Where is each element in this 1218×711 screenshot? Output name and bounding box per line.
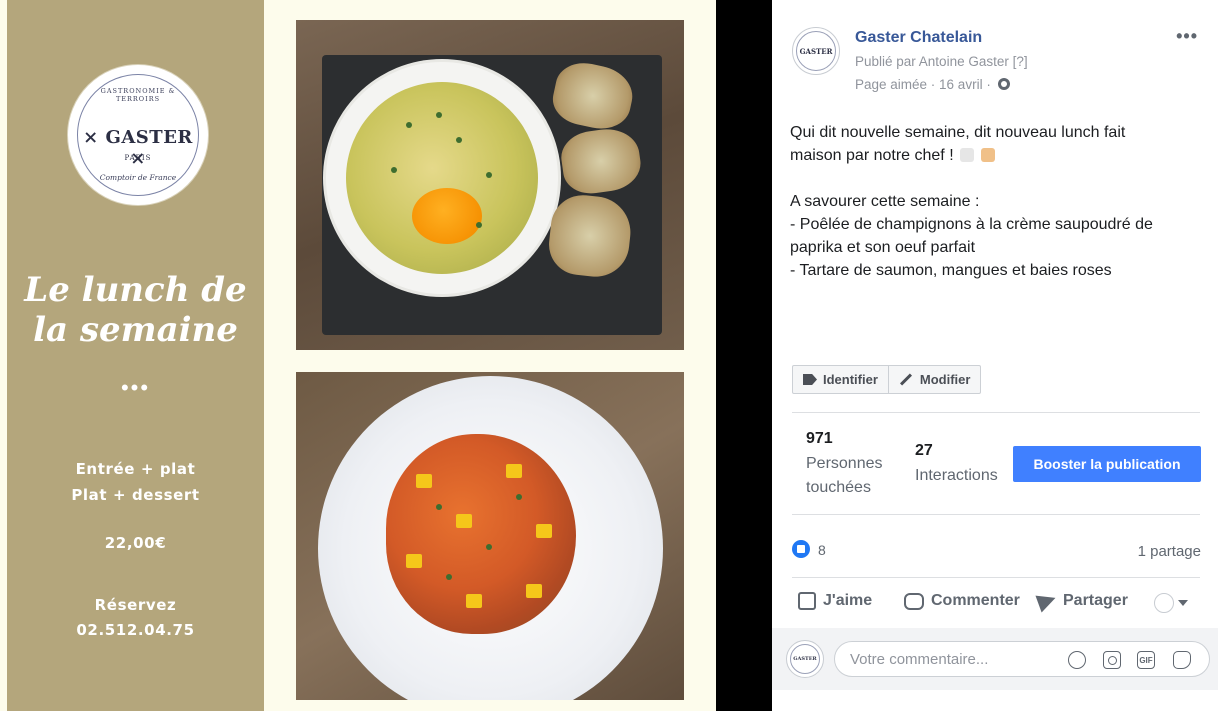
separator bbox=[792, 514, 1200, 515]
reach-label-2: touchées bbox=[806, 479, 871, 496]
flyer-title: Le lunch de la semaine bbox=[24, 270, 247, 350]
sticker-icon[interactable] bbox=[1173, 651, 1191, 669]
thumbs-up-icon bbox=[798, 592, 816, 610]
logo-arc-top-text: GASTRONOMIE & TERROIRS bbox=[100, 87, 176, 103]
reach-label-1: Personnes bbox=[806, 455, 883, 472]
gif-icon[interactable]: GIF bbox=[1137, 651, 1155, 669]
salmon-tartare bbox=[386, 434, 576, 634]
message-line-5: paprika et son oeuf parfait bbox=[790, 239, 976, 256]
globe-icon[interactable] bbox=[997, 78, 1010, 90]
comment-bar: GASTER Votre commentaire... GIF bbox=[772, 628, 1218, 690]
logo-name: × GASTER × bbox=[83, 127, 193, 169]
post-image[interactable]: GASTRONOMIE & TERROIRS × GASTER × PARIS … bbox=[0, 0, 716, 711]
reach-count: 971 bbox=[806, 430, 833, 447]
more-options-icon[interactable]: ••• bbox=[1176, 26, 1198, 47]
gaster-logo: GASTRONOMIE & TERROIRS × GASTER × PARIS … bbox=[68, 65, 208, 205]
separator bbox=[792, 577, 1200, 578]
interactions-count: 27 bbox=[915, 442, 933, 459]
message-line-4: - Poêlée de champignons à la crème saupo… bbox=[790, 216, 1153, 233]
comment-placeholder: Votre commentaire... bbox=[850, 651, 989, 668]
tag-icon bbox=[803, 374, 817, 385]
post-as-selector[interactable] bbox=[1154, 593, 1188, 613]
page-name-link[interactable]: Gaster Chatelain bbox=[855, 29, 982, 47]
published-by: Publié par Antoine Gaster [?] bbox=[855, 54, 1028, 69]
page-avatar-small bbox=[1154, 593, 1174, 613]
flyer-phone: 02.512.04.75 bbox=[76, 621, 195, 639]
comment-input[interactable]: Votre commentaire... GIF bbox=[834, 641, 1210, 677]
message-line-2: maison par notre chef ! bbox=[790, 144, 995, 167]
pencil-icon bbox=[899, 373, 912, 386]
chevron-down-icon bbox=[1178, 600, 1188, 606]
edit-button[interactable]: Modifier bbox=[887, 366, 981, 393]
egg-yolk bbox=[412, 188, 482, 244]
share-arrow-icon bbox=[1035, 589, 1059, 613]
page-avatar[interactable]: GASTER bbox=[792, 27, 840, 75]
camera-icon[interactable] bbox=[1103, 651, 1121, 669]
interactions-label: Interactions bbox=[915, 467, 998, 484]
like-count[interactable]: 8 bbox=[818, 542, 826, 558]
image-divider bbox=[716, 0, 772, 711]
flyer-reserve-label: Réservez bbox=[94, 596, 177, 614]
flyer-formula-1: Entrée + plat bbox=[75, 460, 196, 478]
message-line-1: Qui dit nouvelle semaine, dit nouveau lu… bbox=[790, 124, 1126, 141]
post-meta: Page aimée · 16 avril · bbox=[855, 77, 1010, 92]
emoji-icon[interactable] bbox=[1068, 651, 1086, 669]
like-reaction-icon[interactable] bbox=[792, 540, 810, 558]
flyer-price: 22,00€ bbox=[104, 534, 167, 552]
dish-photo-egg-gratin bbox=[296, 20, 684, 350]
flyer-formula-2: Plat + dessert bbox=[71, 486, 200, 504]
facebook-post: GASTER Gaster Chatelain Publié par Antoi… bbox=[772, 0, 1218, 711]
share-count[interactable]: 1 partage bbox=[1138, 543, 1201, 560]
logo-arc-bottom-text: Comptoir de France bbox=[99, 173, 177, 182]
post-tools: Identifier Modifier bbox=[792, 365, 982, 394]
message-line-6: - Tartare de saumon, mangues et baies ro… bbox=[790, 262, 1112, 279]
comment-button[interactable]: Commenter bbox=[904, 592, 1020, 610]
flyer-dots: ••• bbox=[120, 375, 151, 400]
plate-emoji-icon bbox=[960, 148, 975, 162]
comment-bubble-icon bbox=[904, 592, 924, 610]
gratin-bowl bbox=[326, 62, 558, 294]
logo-city: PARIS bbox=[124, 154, 152, 162]
chef-emoji-icon bbox=[980, 148, 995, 162]
message-line-3: A savourer cette semaine : bbox=[790, 193, 980, 210]
post-meta-text: Page aimée · 16 avril · bbox=[855, 77, 991, 92]
separator bbox=[792, 412, 1200, 413]
commenter-avatar: GASTER bbox=[786, 640, 824, 678]
identify-button[interactable]: Identifier bbox=[793, 366, 888, 393]
boost-post-button[interactable]: Booster la publication bbox=[1013, 446, 1201, 482]
share-button[interactable]: Partager bbox=[1035, 589, 1128, 613]
like-button[interactable]: J'aime bbox=[798, 592, 872, 610]
dish-photo-salmon-tartare bbox=[296, 372, 684, 700]
